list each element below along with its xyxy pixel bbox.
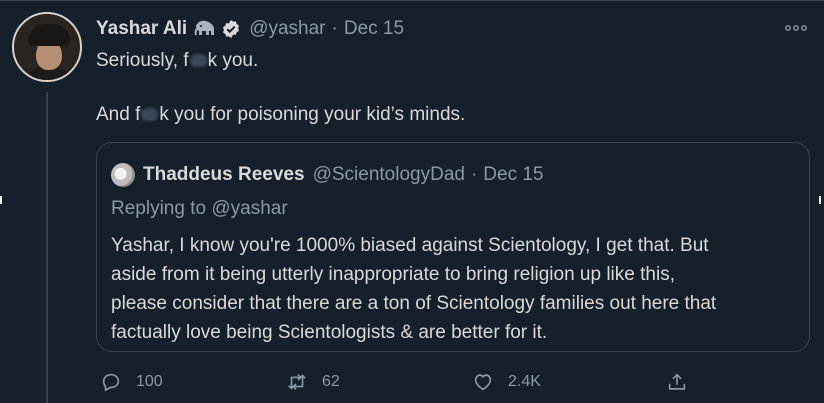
quoted-text-line: factually love being Scientologists & ar…	[111, 322, 548, 343]
tweet-text-part: k you.	[207, 50, 259, 71]
tweet-text-part: k you for poisoning your kid’s minds.	[159, 104, 466, 125]
retweet-icon	[288, 374, 306, 390]
tweet-text-part: And f	[96, 104, 141, 125]
tweet-header: Yashar Ali @yashar · Dec 15	[96, 16, 404, 42]
quoted-tweet-text: Yashar, I know you're 1000% biased again…	[111, 231, 801, 347]
quoted-tweet[interactable]: Thaddeus Reeves @ScientologyDad · Dec 15…	[96, 142, 810, 352]
verified-icon	[221, 19, 241, 39]
tweet-text-line-2: And f k you for poisoning your kid’s mind…	[96, 104, 465, 126]
replying-to-label: Replying to @yashar	[111, 198, 288, 219]
author-name[interactable]: Yashar Ali	[96, 18, 187, 40]
quoted-author-handle: @ScientologyDad	[312, 164, 465, 185]
censor-blur	[141, 108, 159, 121]
retweet-count: 62	[322, 373, 340, 390]
quoted-tweet-date: Dec 15	[483, 164, 544, 185]
quoted-author-name: Thaddeus Reeves	[143, 164, 305, 185]
tweet-text-part: Seriously, f	[96, 50, 189, 71]
like-count: 2.4K	[508, 373, 541, 390]
heart-icon	[474, 374, 492, 391]
tweet-actions: 100 62 2.4K	[96, 368, 706, 396]
author-avatar[interactable]	[12, 12, 82, 82]
avatar-cap	[28, 24, 70, 46]
share-icon	[668, 373, 686, 390]
quoted-text-line: please consider that there are a ton of …	[111, 293, 717, 314]
quoted-header-separator: ·	[470, 164, 478, 185]
retweet-button[interactable]: 62	[286, 368, 340, 396]
share-button[interactable]	[666, 368, 702, 396]
quoted-text-line: aside from it being utterly inappropriat…	[111, 264, 675, 285]
elephant-icon	[193, 19, 217, 39]
reply-icon	[102, 373, 120, 392]
quoted-author-avatar[interactable]	[111, 163, 135, 187]
reply-count: 100	[136, 373, 163, 390]
more-options-icon[interactable]	[784, 20, 808, 36]
author-handle[interactable]: @yashar	[249, 18, 325, 40]
censor-blur	[189, 54, 207, 67]
tweet-date[interactable]: Dec 15	[344, 18, 404, 40]
quoted-tweet-header: Thaddeus Reeves @ScientologyDad · Dec 15	[111, 163, 543, 187]
tweet[interactable]: Yashar Ali @yashar · Dec 15 Seriously, f…	[0, 0, 824, 403]
thread-line	[46, 92, 48, 403]
tweet-text-line-1: Seriously, f k you.	[96, 50, 258, 72]
reply-button[interactable]: 100	[100, 368, 163, 396]
header-separator: ·	[331, 18, 338, 39]
quoted-text-line: Yashar, I know you're 1000% biased again…	[111, 235, 709, 256]
like-button[interactable]: 2.4K	[472, 368, 541, 396]
